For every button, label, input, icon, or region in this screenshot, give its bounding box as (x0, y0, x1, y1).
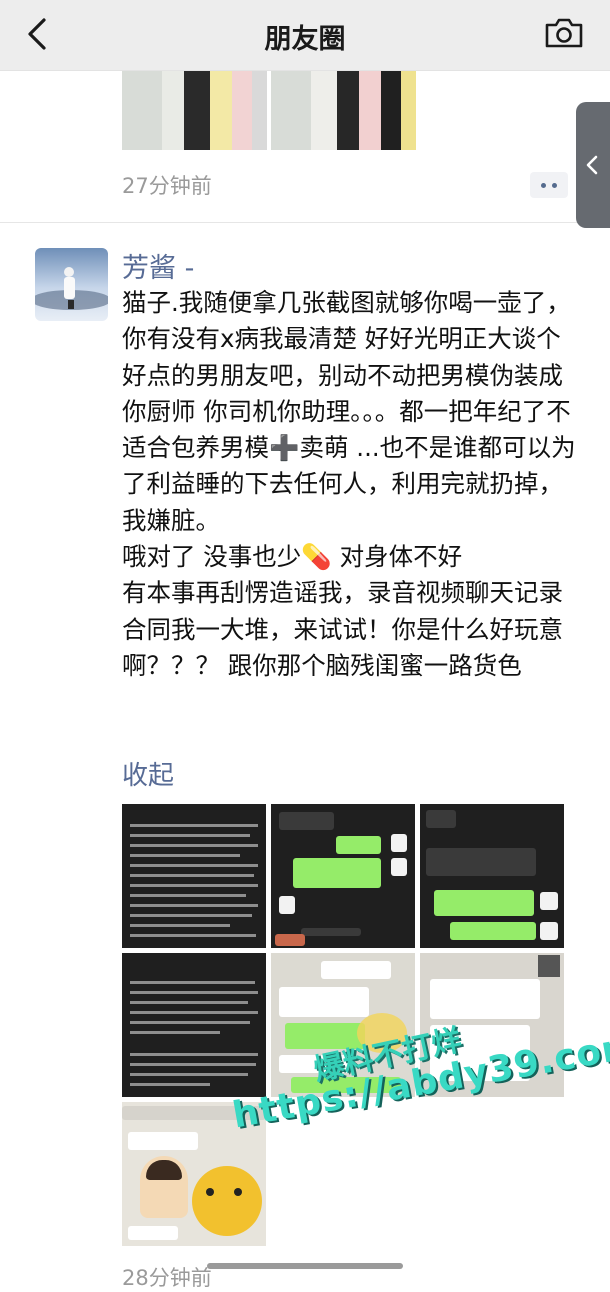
previous-photo[interactable] (271, 71, 416, 150)
dot-icon (552, 183, 557, 188)
post-image-3[interactable] (420, 804, 564, 948)
avatar[interactable] (35, 248, 108, 321)
post-text: 猫子.我随便拿几张截图就够你喝一壶了，你有没有x病我最清楚 好好光明正大谈个好点… (122, 288, 576, 680)
post-username[interactable]: 芳酱 - (122, 246, 194, 285)
post-divider (0, 222, 610, 223)
avatar-image (35, 248, 108, 321)
post-image-2[interactable] (271, 804, 415, 948)
camera-button[interactable] (544, 16, 584, 50)
top-navigation-bar: 朋友圈 (0, 0, 610, 71)
previous-photo[interactable] (122, 71, 267, 150)
dot-icon (541, 183, 546, 188)
post-image-1[interactable] (122, 804, 266, 948)
post-timestamp: 27分钟前 (122, 174, 212, 198)
page-title: 朋友圈 (264, 24, 346, 55)
chevron-left-icon (586, 155, 598, 175)
collapse-link[interactable]: 收起 (122, 755, 174, 792)
camera-icon (545, 18, 583, 48)
more-options-button[interactable] (530, 172, 568, 198)
post-timestamp: 28分钟前 (122, 1266, 212, 1290)
side-drawer-handle[interactable] (576, 102, 610, 228)
home-indicator[interactable] (207, 1263, 403, 1269)
post-image-4[interactable] (122, 953, 266, 1097)
